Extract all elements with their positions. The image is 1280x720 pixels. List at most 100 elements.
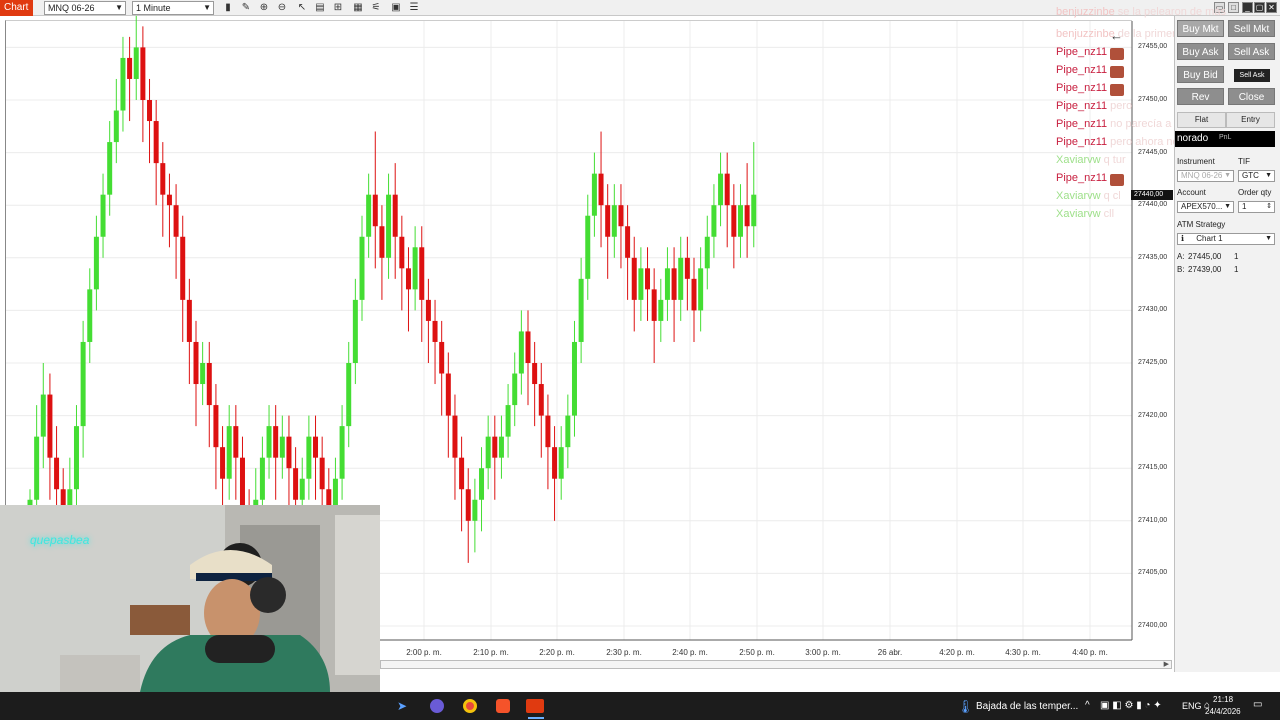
chevron-down-icon: ▼ [1265, 235, 1272, 242]
chat-username: Pipe_nz11 [1056, 136, 1108, 148]
reverse-button[interactable]: Rev [1177, 88, 1224, 105]
candle-up [73, 426, 79, 490]
chevron-down-icon: ▼ [1265, 172, 1272, 179]
chat-username: Pipe_nz11 [1056, 172, 1108, 184]
candle-up [585, 215, 591, 279]
candle-up [658, 299, 664, 321]
candle-up [571, 341, 577, 416]
atm-strategy-value: Chart 1 [1196, 234, 1223, 243]
buy-bid-button[interactable]: Buy Bid [1177, 66, 1224, 83]
sell-mkt-button[interactable]: Sell Mkt [1228, 20, 1275, 37]
obs-icon[interactable] [430, 699, 444, 713]
candle-down [452, 415, 458, 458]
close-position-button[interactable]: Close [1228, 88, 1275, 105]
candle-down [140, 47, 146, 100]
tab-flat[interactable]: Flat [1177, 112, 1226, 128]
buy-ask-button[interactable]: Buy Ask [1177, 43, 1224, 60]
candle-up [93, 236, 99, 290]
tif-select[interactable]: GTC ▼ [1238, 170, 1275, 182]
clock-time[interactable]: 21:18 [1213, 695, 1233, 704]
price-tick-label: 27405,00 [1138, 569, 1168, 577]
candle-up [34, 436, 40, 500]
candle-down [425, 299, 431, 321]
candle-down [186, 299, 192, 342]
chat-message: Pipe_nz11 pero ahora no [1056, 136, 1179, 148]
webcam-overlay: quepasbea [0, 505, 380, 692]
chat-username: Xaviarvw [1056, 190, 1101, 202]
candle-down [538, 384, 544, 416]
chevron-down-icon: ▼ [1224, 172, 1231, 179]
chat-emote-icon [1110, 48, 1124, 60]
instrument-field[interactable]: MNQ 06-26 ▼ [1177, 170, 1234, 182]
stepper-icon[interactable]: ⇕ [1266, 202, 1272, 212]
chat-emote-icon [1110, 84, 1124, 96]
time-tick-label: 3:00 p. m. [805, 648, 841, 657]
candle-down [313, 436, 319, 458]
scroll-right-icon[interactable]: ▶ [1164, 660, 1169, 668]
clock-date[interactable]: 24/4/2026 [1205, 707, 1241, 716]
candle-up [133, 47, 139, 79]
tray-icons[interactable]: ▣ ◧ ⚙ ▮ ◔ ✦ [1100, 700, 1162, 711]
language-indicator[interactable]: ENG [1182, 701, 1202, 711]
candle-up [352, 299, 358, 363]
candle-up [505, 405, 511, 437]
copilot-icon[interactable]: ➤ [397, 699, 411, 713]
candle-up [412, 247, 418, 290]
ninjatrader-icon[interactable] [526, 699, 544, 713]
atm-strategy-select[interactable]: ℹ Chart 1 ▼ [1177, 233, 1275, 245]
horizontal-scrollbar[interactable]: ▶ [380, 660, 1172, 669]
price-tick-label: 27415,00 [1138, 464, 1168, 472]
pnl-label: PnL [1219, 134, 1232, 141]
candle-down [405, 268, 411, 290]
tab-entry[interactable]: Entry [1226, 112, 1275, 128]
candle-up [698, 268, 704, 311]
chat-username: benjuzzinbe [1056, 28, 1115, 40]
buy-mkt-button[interactable]: Buy Mkt [1177, 20, 1224, 37]
brave-icon[interactable] [496, 699, 510, 713]
chat-message: Xaviarvw q cl [1056, 190, 1121, 202]
candle-down [744, 205, 750, 227]
chat-username: Xaviarvw [1056, 154, 1101, 166]
candle-down [532, 363, 538, 385]
position-label: norado [1177, 133, 1209, 144]
chat-emote-icon [1110, 174, 1124, 186]
price-tick-label: 27425,00 [1138, 359, 1168, 366]
candle-up [346, 363, 352, 427]
chat-username: Pipe_nz11 [1056, 64, 1108, 76]
candle-down [213, 405, 219, 448]
sell-ask-button[interactable]: Sell Ask [1228, 43, 1275, 60]
candle-down [166, 194, 172, 206]
candle-down [153, 121, 159, 164]
candle-down [54, 457, 60, 490]
time-tick-label: 2:40 p. m. [672, 648, 708, 657]
chevron-up-icon[interactable]: ^ [1085, 700, 1090, 711]
candle-down [193, 341, 199, 385]
candle-down [372, 194, 378, 227]
account-select[interactable]: APEX570... ▼ [1177, 201, 1234, 213]
order-qty-stepper[interactable]: 1 ⇕ [1238, 201, 1275, 213]
chat-username: Pipe_nz11 [1056, 118, 1108, 130]
time-tick-label: 2:20 p. m. [539, 648, 575, 657]
candle-down [605, 205, 611, 237]
chat-message: Pipe_nz11 [1056, 46, 1107, 58]
ask-qty: 1 [1234, 252, 1239, 261]
notifications-icon[interactable]: ▭ [1253, 699, 1262, 710]
chat-text: pero [1110, 100, 1133, 112]
chat-username: Pipe_nz11 [1056, 100, 1108, 112]
candle-up [80, 341, 86, 427]
chat-message: Xaviarvw cll [1056, 208, 1114, 220]
candle-down [465, 489, 471, 521]
bid-label: B: [1177, 265, 1185, 274]
tif-label: TIF [1238, 157, 1250, 166]
candle-up [512, 373, 518, 406]
candle-down [525, 331, 531, 363]
price-tick-label: 27420,00 [1138, 411, 1168, 419]
weather-text[interactable]: Bajada de las temper... [976, 701, 1078, 712]
chat-text: pero ahora no [1110, 136, 1179, 148]
chat-username: Pipe_nz11 [1056, 82, 1108, 94]
candle-down [180, 236, 186, 300]
chrome-icon[interactable] [463, 699, 477, 713]
chat-username: Xaviarvw [1056, 208, 1101, 220]
time-tick-label: 26 abr. [877, 648, 903, 657]
price-tick-label: 27400,00 [1138, 622, 1168, 629]
